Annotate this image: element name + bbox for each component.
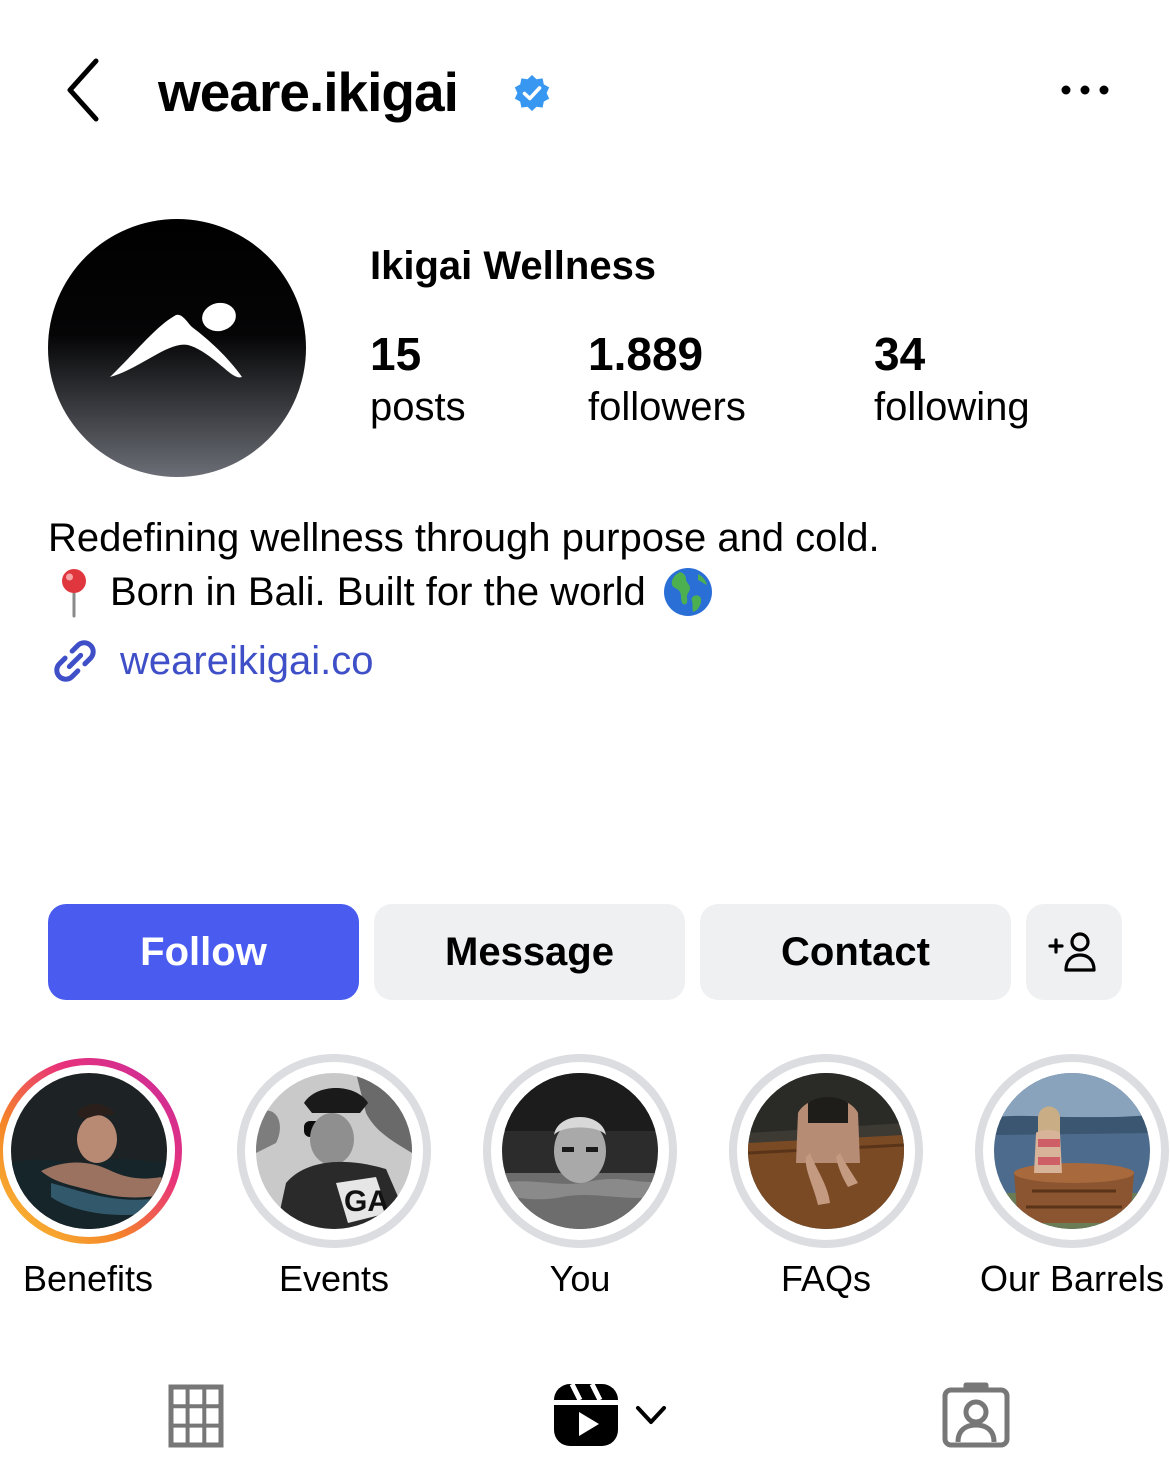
highlight-benefits[interactable] [0, 1054, 186, 1248]
follow-button[interactable]: Follow [48, 904, 359, 1000]
highlight-cover [11, 1073, 167, 1229]
message-button[interactable]: Message [374, 904, 685, 1000]
link-text: weareikigai.co [120, 639, 374, 683]
highlight-label: Our Barrels [979, 1258, 1165, 1299]
grid-icon[interactable] [168, 1382, 224, 1448]
contact-button[interactable]: Contact [700, 904, 1011, 1000]
bio-line-2-row: Born in Bali. Built for the world [48, 566, 714, 618]
highlight-cover [748, 1073, 904, 1229]
stat-label: following [874, 385, 1030, 429]
highlight-faqs[interactable] [729, 1054, 923, 1248]
highlight-events[interactable]: GA [237, 1054, 431, 1248]
stat-following[interactable]: 34 following [874, 326, 1030, 432]
highlight-label: Benefits [22, 1258, 154, 1299]
bio-line-2: Born in Bali. Built for the world [110, 570, 646, 614]
highlight-cover [502, 1073, 658, 1229]
highlight-label: FAQs [780, 1258, 872, 1299]
stat-value: 34 [874, 328, 926, 380]
website-link[interactable]: weareikigai.co [48, 633, 373, 689]
stat-label: posts [370, 385, 466, 429]
display-name: Ikigai Wellness [370, 244, 657, 288]
bio-line-1: Redefining wellness through purpose and … [48, 516, 880, 560]
highlight-label: You [549, 1258, 611, 1299]
add-person-icon [1048, 932, 1096, 972]
globe-icon [663, 568, 712, 616]
stat-value: 1.889 [588, 328, 704, 380]
highlight-you[interactable] [483, 1054, 677, 1248]
stat-label: followers [588, 385, 746, 429]
suggest-people-button[interactable] [1026, 904, 1122, 1000]
link-icon [54, 640, 96, 682]
profile-username: weare.ikigai [158, 61, 459, 123]
highlight-our-barrels[interactable] [975, 1054, 1169, 1248]
highlight-cover [994, 1073, 1150, 1229]
verified-badge-icon [514, 75, 550, 111]
reels-icon[interactable] [552, 1382, 620, 1448]
stat-posts[interactable]: 15 posts [370, 326, 466, 432]
ikigai-logo-icon [48, 219, 306, 477]
stat-value: 15 [370, 328, 422, 380]
pin-icon [62, 569, 86, 618]
back-chevron-icon[interactable] [58, 55, 114, 125]
highlight-cover: GA [256, 1073, 412, 1229]
chevron-down-icon[interactable] [634, 1402, 668, 1428]
highlight-label: Events [278, 1258, 390, 1299]
profile-avatar[interactable] [48, 219, 306, 477]
stat-followers[interactable]: 1.889 followers [588, 326, 746, 432]
tagged-icon[interactable] [942, 1382, 1010, 1448]
more-options-icon[interactable] [1056, 70, 1116, 110]
